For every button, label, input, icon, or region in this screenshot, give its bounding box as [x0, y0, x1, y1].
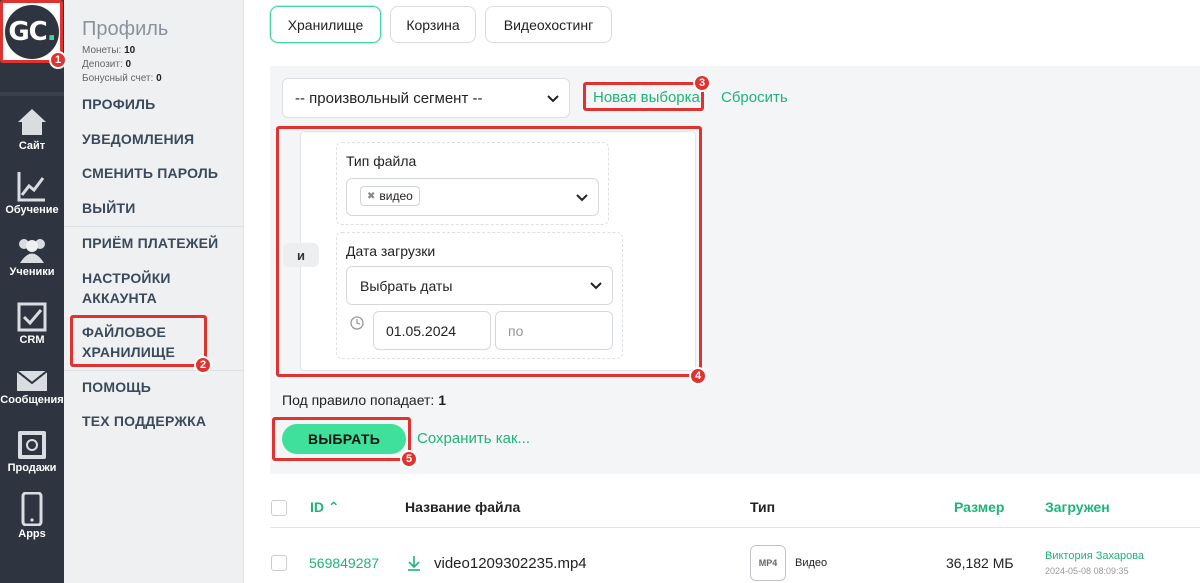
- sidebar-item-help[interactable]: ПОМОЩЬ: [82, 377, 151, 397]
- segment-select[interactable]: -- произвольный сегмент --: [282, 78, 570, 118]
- upload-date: 2024-05-08 08:09:35: [1045, 566, 1129, 576]
- sidebar-divider: [64, 226, 244, 227]
- tab-video-hosting[interactable]: Видеохостинг: [485, 6, 612, 43]
- select-all-checkbox[interactable]: [271, 500, 287, 516]
- download-icon[interactable]: [406, 555, 422, 571]
- rail-item-students[interactable]: Ученики: [0, 236, 64, 278]
- envelope-icon: [16, 370, 48, 391]
- remove-chip-icon[interactable]: ✖: [367, 191, 375, 202]
- rail-item-crm[interactable]: CRM: [0, 302, 64, 346]
- row-checkbox[interactable]: [271, 555, 287, 571]
- sidebar-item-logout[interactable]: ВЫЙТИ: [82, 198, 136, 218]
- deposit-line: Депозит: 0: [82, 59, 132, 70]
- rail-item-messages[interactable]: Сообщения: [0, 370, 64, 406]
- select-button[interactable]: ВЫБРАТЬ: [282, 424, 406, 454]
- new-selection-link[interactable]: Новая выборка: [593, 89, 700, 106]
- chevron-down-icon: [547, 95, 559, 103]
- tab-storage[interactable]: Хранилище: [270, 6, 381, 43]
- file-id[interactable]: 569849287: [309, 555, 379, 571]
- rail-item-apps[interactable]: Apps: [0, 492, 64, 540]
- sidebar-item-support[interactable]: ТЕХ ПОДДЕРЖКА: [82, 411, 206, 431]
- file-type-chip[interactable]: ✖ видео: [360, 186, 420, 206]
- sort-asc-icon: ⌃: [327, 499, 340, 515]
- annotation-badge: 1: [49, 51, 67, 69]
- sidebar-item-profile[interactable]: ПРОФИЛЬ: [82, 94, 155, 114]
- file-type-badge: MP4: [750, 545, 786, 581]
- coins-line: Монеты: 10: [82, 45, 136, 56]
- chart-icon: [17, 172, 45, 202]
- checkbox-icon: [17, 302, 47, 332]
- tab-trash[interactable]: Корзина: [390, 6, 476, 43]
- sidebar-item-payments[interactable]: ПРИЁМ ПЛАТЕЖЕЙ: [82, 233, 218, 253]
- chevron-down-icon: [590, 282, 602, 290]
- sidebar-divider: [64, 370, 244, 371]
- file-name[interactable]: video1209302235.mp4: [434, 555, 587, 572]
- icon-rail: GC. Сайт Обучение Ученики CRM Сообщения …: [0, 0, 64, 583]
- column-uploaded-header[interactable]: Загружен: [1045, 499, 1110, 515]
- date-to-input[interactable]: по: [495, 311, 613, 350]
- table-header-divider: [270, 527, 1200, 528]
- annotation-badge: 3: [693, 74, 711, 92]
- rail-item-sales[interactable]: Продажи: [0, 430, 64, 474]
- rail-item-site[interactable]: Сайт: [0, 106, 64, 152]
- column-name-header[interactable]: Название файла: [405, 499, 520, 515]
- sidebar-item-account-settings[interactable]: НАСТРОЙКИ АККАУНТА: [82, 268, 222, 308]
- sidebar-item-notifications[interactable]: УВЕДОМЛЕНИЯ: [82, 129, 194, 149]
- rule-hits: Под правило попадает: 1: [282, 392, 447, 408]
- annotation-badge: 2: [194, 356, 212, 374]
- logo-mark: GC.: [5, 5, 59, 59]
- profile-sidebar: Профиль Монеты: 10 Депозит: 0 Бонусный с…: [64, 0, 244, 583]
- and-operator-button[interactable]: и: [283, 243, 319, 267]
- column-size-header[interactable]: Размер: [954, 499, 1004, 515]
- chevron-down-icon: [576, 194, 588, 202]
- rail-item-learning[interactable]: Обучение: [0, 170, 64, 216]
- clock-icon: [350, 316, 364, 330]
- date-from-input[interactable]: 01.05.2024: [373, 311, 491, 350]
- column-id-header[interactable]: ID ⌃: [310, 499, 340, 516]
- safe-icon: [18, 431, 46, 459]
- bonus-line: Бонусный счет: 0: [82, 73, 162, 84]
- reset-link[interactable]: Сбросить: [721, 89, 788, 106]
- sidebar-item-change-password[interactable]: СМЕНИТЬ ПАРОЛЬ: [82, 163, 218, 183]
- uploader-link[interactable]: Виктория Захарова: [1045, 550, 1144, 562]
- rail-divider: [0, 92, 64, 96]
- annotation-badge: 5: [400, 450, 418, 468]
- annotation-badge: 4: [689, 367, 707, 385]
- upload-date-label: Дата загрузки: [346, 243, 436, 259]
- users-icon: [19, 239, 45, 263]
- save-as-link[interactable]: Сохранить как...: [417, 430, 530, 447]
- column-type-header[interactable]: Тип: [750, 499, 775, 515]
- phone-icon: [21, 492, 43, 526]
- house-icon: [18, 109, 46, 135]
- file-size: 36,182 МБ: [946, 555, 1014, 571]
- file-type-label: Тип файла: [346, 153, 417, 169]
- file-type: Видео: [795, 557, 828, 569]
- date-mode-select[interactable]: Выбрать даты: [346, 266, 613, 305]
- sidebar-title: Профиль: [82, 18, 169, 40]
